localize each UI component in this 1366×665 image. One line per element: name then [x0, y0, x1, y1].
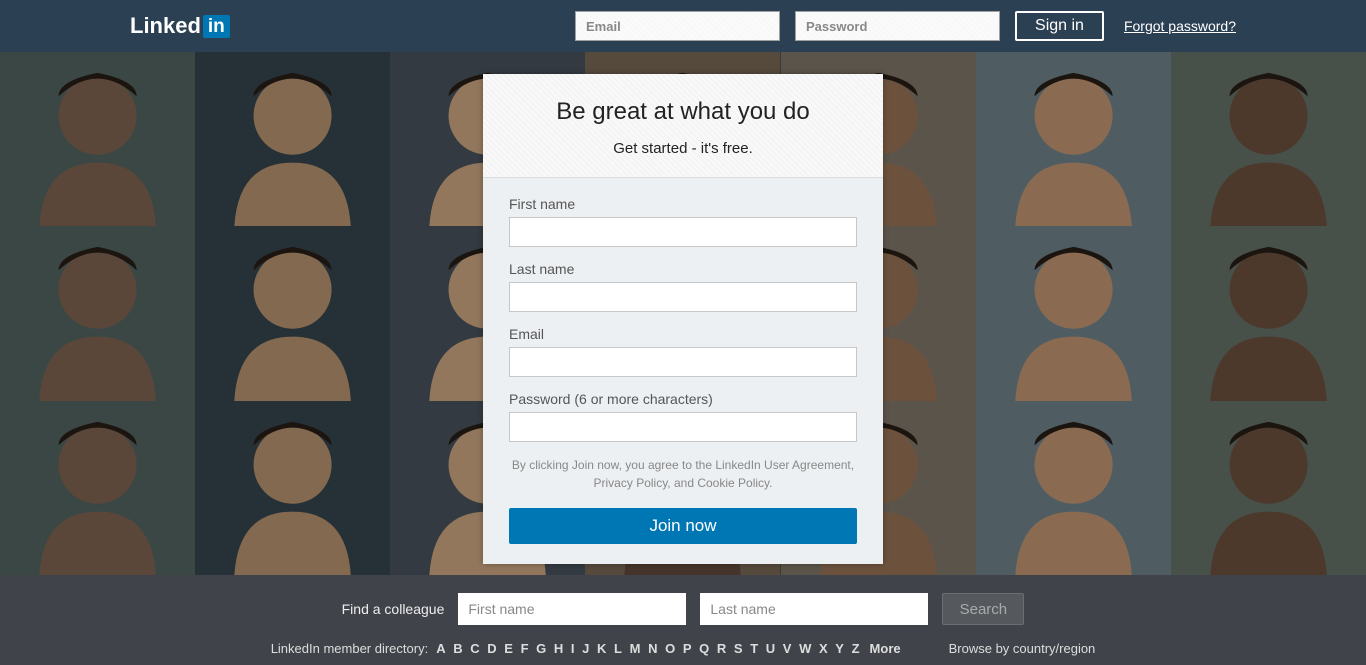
directory-letter[interactable]: H: [552, 641, 565, 656]
profile-photo: [0, 52, 195, 226]
colleague-search-button[interactable]: Search: [942, 593, 1024, 625]
header-bar: Linked in Sign in Forgot password?: [0, 0, 1366, 52]
directory-letter[interactable]: F: [519, 641, 531, 656]
linkedin-logo[interactable]: Linked in: [130, 13, 230, 39]
password-field[interactable]: [509, 412, 857, 442]
colleague-search-row: Find a colleague Search: [0, 593, 1366, 625]
profile-photo: [976, 226, 1171, 400]
colleague-first-name[interactable]: [458, 593, 686, 625]
card-header: Be great at what you do Get started - it…: [483, 74, 883, 178]
forgot-password-link[interactable]: Forgot password?: [1124, 18, 1236, 34]
profile-photo: [0, 401, 195, 575]
first-name-field[interactable]: [509, 217, 857, 247]
directory-letter[interactable]: Y: [833, 641, 846, 656]
profile-photo: [195, 52, 390, 226]
email-field[interactable]: [509, 347, 857, 377]
directory-letter[interactable]: P: [681, 641, 694, 656]
profile-photo: [976, 401, 1171, 575]
email-input[interactable]: [575, 11, 780, 41]
colleague-prompt: Find a colleague: [342, 601, 445, 617]
profile-photo: [1171, 52, 1366, 226]
directory-letter[interactable]: Z: [850, 641, 862, 656]
directory-letter[interactable]: R: [715, 641, 728, 656]
directory-letter[interactable]: N: [646, 641, 659, 656]
directory-letter[interactable]: W: [797, 641, 813, 656]
directory-letter[interactable]: O: [663, 641, 677, 656]
directory-letter[interactable]: I: [569, 641, 577, 656]
directory-row: LinkedIn member directory: A B C D E F G…: [0, 641, 1366, 656]
directory-letter[interactable]: X: [817, 641, 830, 656]
join-now-button[interactable]: Join now: [509, 508, 857, 544]
directory-letter[interactable]: Q: [697, 641, 711, 656]
profile-photo: [195, 226, 390, 400]
directory-letter[interactable]: D: [485, 641, 498, 656]
directory-letter[interactable]: C: [468, 641, 481, 656]
password-input[interactable]: [795, 11, 1000, 41]
last-name-field[interactable]: [509, 282, 857, 312]
card-body: First name Last name Email Password (6 o…: [483, 178, 883, 564]
logo-in-icon: in: [203, 15, 230, 38]
directory-more[interactable]: More: [868, 641, 903, 656]
directory-letter[interactable]: V: [781, 641, 794, 656]
directory-letter[interactable]: K: [595, 641, 608, 656]
signup-subheading: Get started - it's free.: [503, 140, 863, 157]
profile-photo: [195, 401, 390, 575]
password-label: Password (6 or more characters): [509, 391, 857, 407]
profile-photo: [1171, 401, 1366, 575]
directory-letter[interactable]: G: [534, 641, 548, 656]
signin-button[interactable]: Sign in: [1015, 11, 1104, 41]
profile-photo: [0, 226, 195, 400]
directory-letter[interactable]: M: [628, 641, 643, 656]
last-name-label: Last name: [509, 261, 857, 277]
legal-text: By clicking Join now, you agree to the L…: [509, 456, 857, 492]
directory-letter[interactable]: J: [580, 641, 591, 656]
directory-letter[interactable]: T: [748, 641, 760, 656]
directory-letter[interactable]: U: [764, 641, 777, 656]
directory-letter[interactable]: S: [732, 641, 745, 656]
directory-prefix: LinkedIn member directory:: [271, 641, 429, 656]
directory-letter[interactable]: L: [612, 641, 624, 656]
hero-section: Be great at what you do Get started - it…: [0, 52, 1366, 575]
logo-text: Linked: [130, 13, 201, 39]
profile-photo: [976, 52, 1171, 226]
signup-card: Be great at what you do Get started - it…: [483, 74, 883, 564]
directory-letter[interactable]: E: [502, 641, 515, 656]
first-name-label: First name: [509, 196, 857, 212]
email-label: Email: [509, 326, 857, 342]
colleague-last-name[interactable]: [700, 593, 928, 625]
footer: Find a colleague Search LinkedIn member …: [0, 575, 1366, 665]
browse-by-country[interactable]: Browse by country/region: [949, 641, 1096, 656]
signup-heading: Be great at what you do: [503, 98, 863, 126]
profile-photo: [1171, 226, 1366, 400]
directory-letter[interactable]: A: [434, 641, 447, 656]
directory-letter[interactable]: B: [451, 641, 464, 656]
